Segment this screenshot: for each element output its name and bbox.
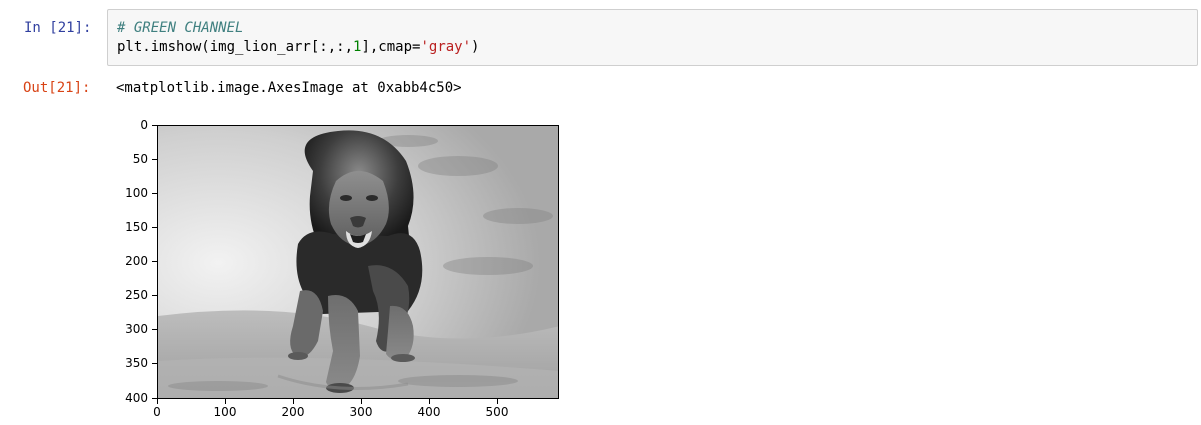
code-line: plt.imshow(img_lion_arr[:,:,1],cmap='gra… bbox=[117, 38, 479, 56]
x-tick bbox=[361, 399, 362, 404]
input-prompt: In [21]: bbox=[24, 20, 92, 36]
y-tick bbox=[152, 363, 157, 364]
y-tick-label: 250 bbox=[125, 288, 148, 302]
x-tick-label: 0 bbox=[153, 405, 161, 419]
code-string-token: 'gray' bbox=[420, 39, 472, 55]
x-tick bbox=[293, 399, 294, 404]
lion-image bbox=[158, 126, 558, 398]
y-tick-label: 100 bbox=[125, 186, 148, 200]
y-tick bbox=[152, 329, 157, 330]
y-tick-label: 0 bbox=[140, 118, 148, 132]
x-tick-label: 200 bbox=[281, 405, 305, 419]
x-tick-label: 500 bbox=[485, 405, 509, 419]
y-tick-label: 400 bbox=[125, 391, 148, 405]
code-token: ) bbox=[471, 39, 480, 55]
code-input-cell[interactable]: # GREEN CHANNEL plt.imshow(img_lion_arr[… bbox=[107, 9, 1198, 66]
y-tick bbox=[152, 295, 157, 296]
code-token: ],cmap= bbox=[361, 39, 421, 55]
y-tick bbox=[152, 125, 157, 126]
x-tick bbox=[225, 399, 226, 404]
y-tick bbox=[152, 261, 157, 262]
x-tick bbox=[157, 399, 158, 404]
y-tick bbox=[152, 227, 157, 228]
x-tick-label: 100 bbox=[213, 405, 237, 419]
x-tick bbox=[429, 399, 430, 404]
output-prompt: Out[21]: bbox=[23, 80, 91, 96]
x-tick-label: 300 bbox=[349, 405, 373, 419]
x-tick-label: 400 bbox=[417, 405, 441, 419]
code-comment: # GREEN CHANNEL bbox=[117, 20, 244, 36]
plot-figure: 0 50 100 150 200 250 300 350 400 0 100 2… bbox=[110, 112, 580, 422]
x-tick bbox=[497, 399, 498, 404]
y-tick-label: 300 bbox=[125, 322, 148, 336]
y-tick-label: 50 bbox=[132, 152, 148, 166]
y-tick bbox=[152, 193, 157, 194]
y-tick-label: 350 bbox=[125, 356, 148, 370]
y-tick-label: 200 bbox=[125, 254, 148, 268]
y-tick bbox=[152, 159, 157, 160]
y-tick-label: 150 bbox=[125, 220, 148, 234]
plot-axes bbox=[157, 125, 559, 399]
code-token: plt.imshow(img_lion_arr[:,:, bbox=[117, 39, 354, 55]
output-text: <matplotlib.image.AxesImage at 0xabb4c50… bbox=[116, 80, 462, 96]
